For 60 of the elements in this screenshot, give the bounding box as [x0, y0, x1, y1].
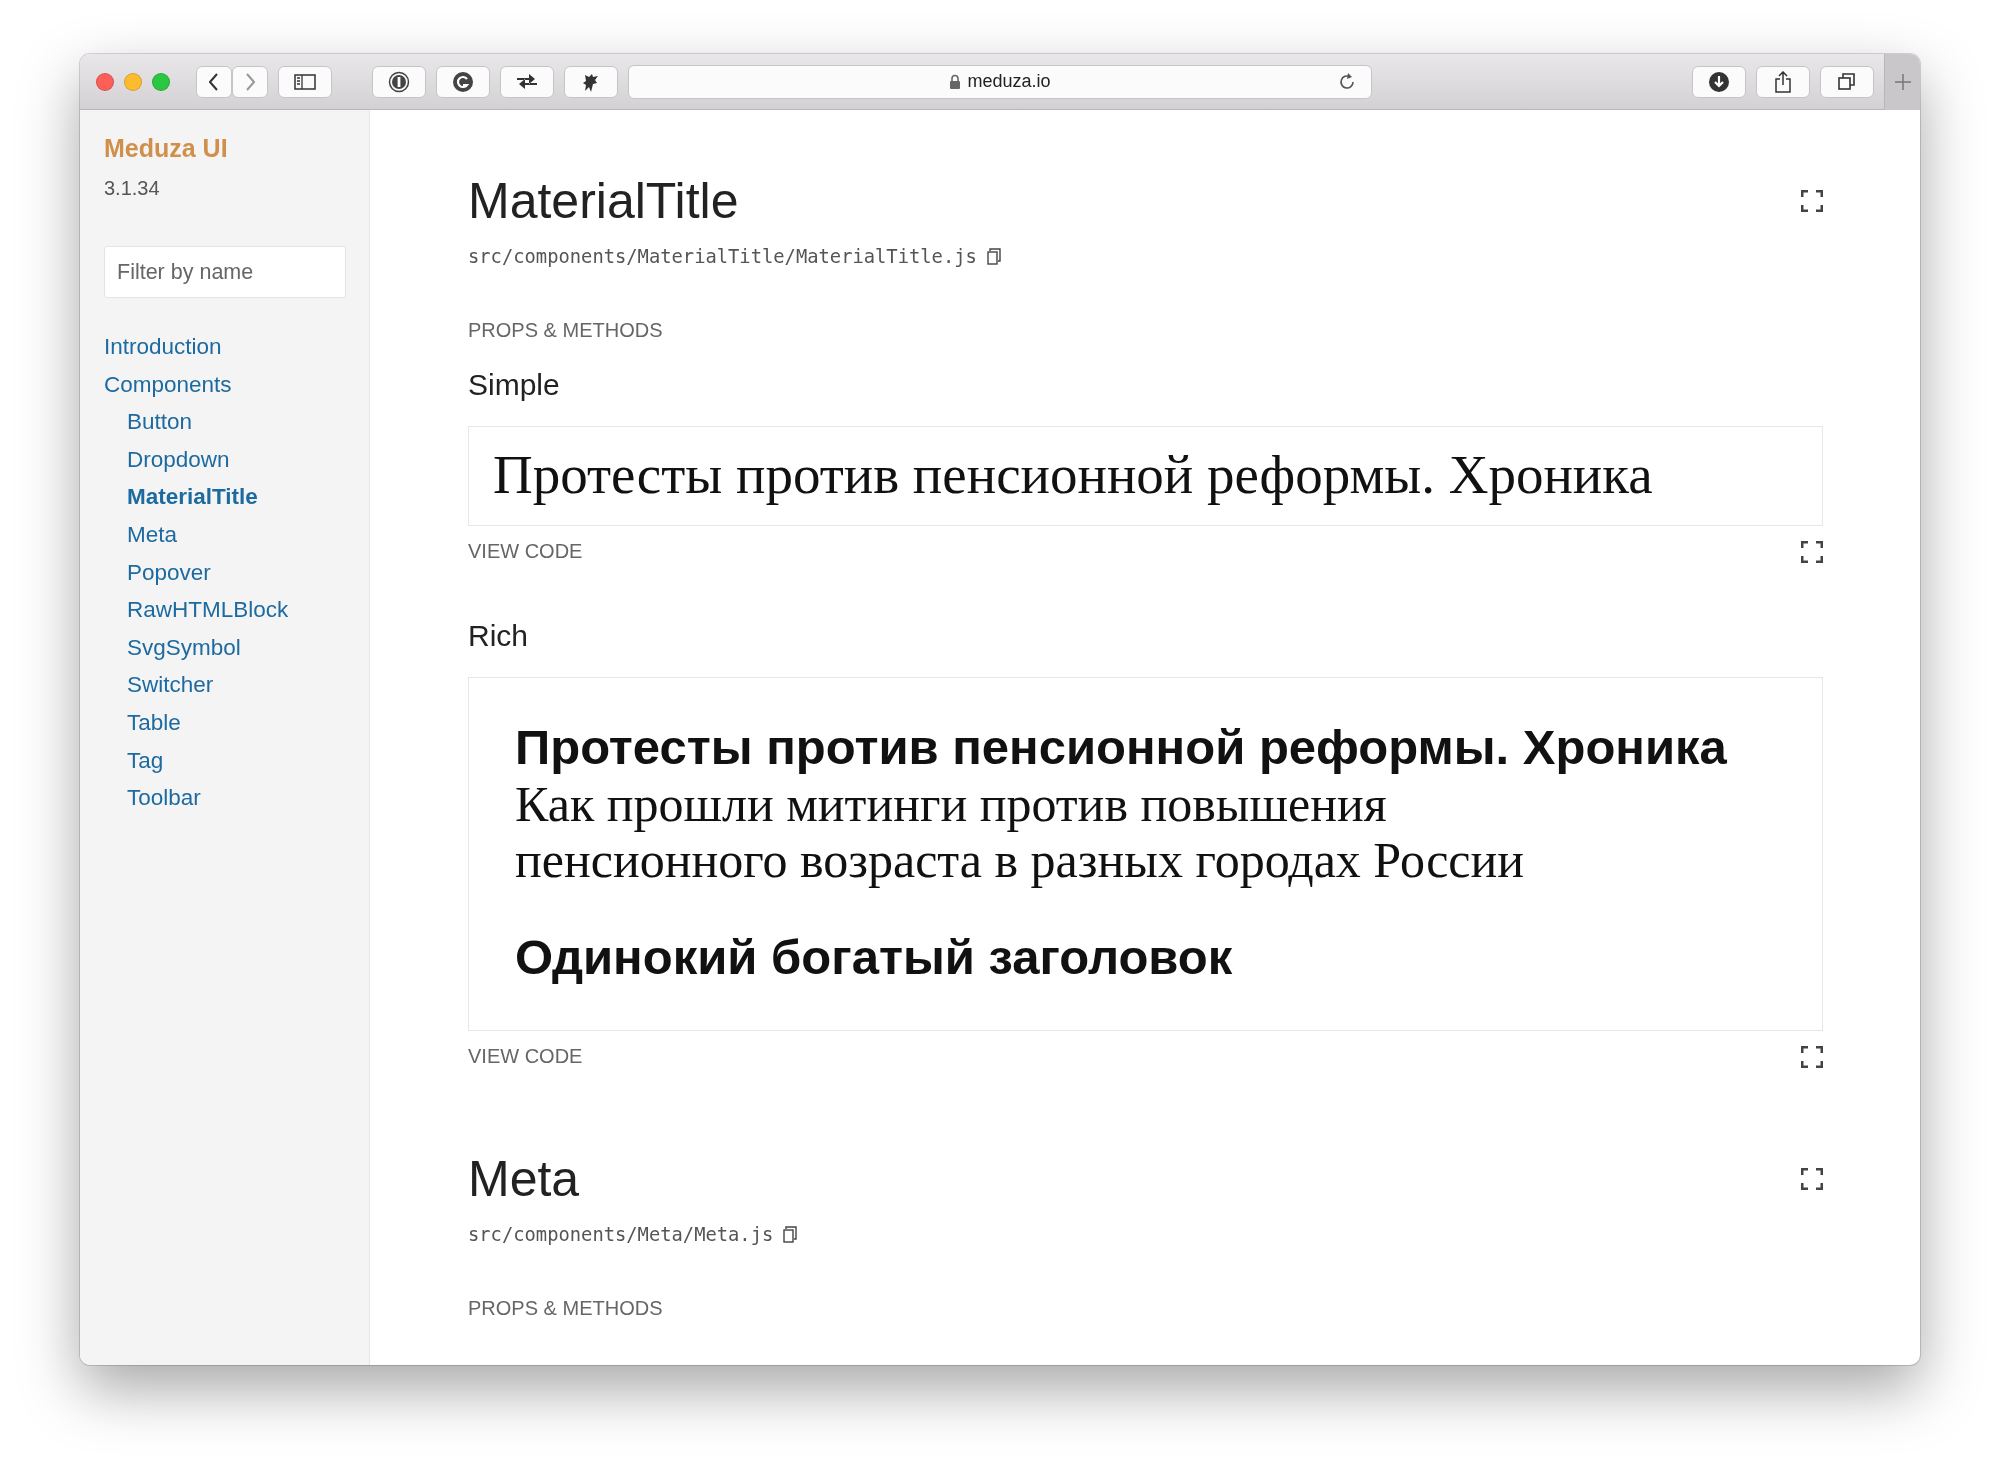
component-title: Meta	[468, 1150, 580, 1209]
url-text: meduza.io	[967, 71, 1051, 92]
nav-link[interactable]: Tag	[104, 741, 164, 780]
component-title: MaterialTitle	[468, 172, 739, 231]
fullscreen-icon[interactable]	[1801, 1168, 1823, 1190]
brand-title: Meduza UI	[104, 134, 229, 163]
reload-icon[interactable]	[1337, 71, 1357, 92]
extension-button[interactable]	[372, 65, 426, 98]
lock-icon	[949, 74, 962, 89]
share-button[interactable]	[1756, 65, 1810, 98]
filter-field[interactable]: Filter by name	[104, 246, 346, 298]
view-code-link[interactable]: VIEW CODE	[468, 1045, 583, 1068]
file-path: src/components/MaterialTitle/MaterialTitle.js	[468, 246, 977, 267]
nav-link[interactable]: Meta	[104, 515, 178, 554]
nav-link[interactable]: Switcher	[104, 666, 214, 704]
downloads-button[interactable]	[1692, 65, 1746, 98]
extension-button[interactable]	[436, 65, 490, 98]
chevron-left-icon	[209, 72, 219, 91]
nav-link[interactable]: Table	[104, 703, 181, 742]
file-path: src/components/Meta/Meta.js	[468, 1224, 774, 1245]
extension-button[interactable]	[564, 65, 618, 98]
headline-text: Как прошли митинги против повышения пенсионного возраста в разных городах России	[515, 776, 1526, 888]
download-icon	[1708, 70, 1730, 93]
circle-bar-icon	[388, 70, 410, 93]
extension-button[interactable]	[500, 65, 554, 98]
nav-link[interactable]: Button	[104, 403, 193, 441]
overlapping-squares-icon	[1837, 71, 1857, 92]
example-title: Simple	[468, 368, 561, 402]
nav-link[interactable]: Dropdown	[104, 440, 230, 479]
view-code-link[interactable]: VIEW CODE	[468, 540, 583, 563]
nav-link[interactable]: Components	[104, 365, 232, 404]
example-title: Rich	[468, 619, 529, 653]
address-bar[interactable]: meduza.io	[628, 64, 1372, 99]
fullscreen-icon[interactable]	[1801, 1045, 1823, 1068]
section-label: PROPS & METHODS	[468, 319, 664, 342]
plus-icon	[1893, 72, 1912, 91]
nav-link[interactable]: SvgSymbol	[104, 628, 241, 667]
fullscreen-icon[interactable]	[1801, 540, 1823, 563]
back-button[interactable]	[196, 65, 232, 98]
sidebar-icon	[294, 73, 316, 90]
headline-text: Протесты против пенсионной реформы. Хроника	[515, 719, 1728, 776]
version-text: 3.1.34	[104, 177, 161, 200]
headline-text: Протесты против пенсионной реформы. Хроника	[493, 447, 1654, 503]
nav-link[interactable]: Toolbar	[104, 779, 201, 817]
nav-link[interactable]: Popover	[104, 553, 211, 592]
nav-link[interactable]: Introduction	[104, 328, 222, 366]
sidebar-button[interactable]	[278, 65, 332, 98]
copy-icon[interactable]	[783, 1226, 798, 1243]
nav-link[interactable]: RawHTMLBlock	[104, 591, 289, 629]
close-button[interactable]	[96, 72, 114, 91]
section-label: PROPS & METHODS	[468, 1297, 664, 1320]
swap-arrows-icon	[515, 72, 539, 91]
copy-icon[interactable]	[986, 248, 1001, 265]
chevron-right-icon	[245, 72, 255, 91]
tabs-button[interactable]	[1820, 65, 1874, 98]
headline-text: Одинокий богатый заголовок	[515, 929, 1234, 986]
g-circle-icon	[452, 70, 474, 93]
fullscreen-icon[interactable]	[1801, 190, 1823, 212]
nav-link[interactable]: MaterialTitle	[104, 478, 258, 516]
share-icon	[1774, 70, 1792, 93]
